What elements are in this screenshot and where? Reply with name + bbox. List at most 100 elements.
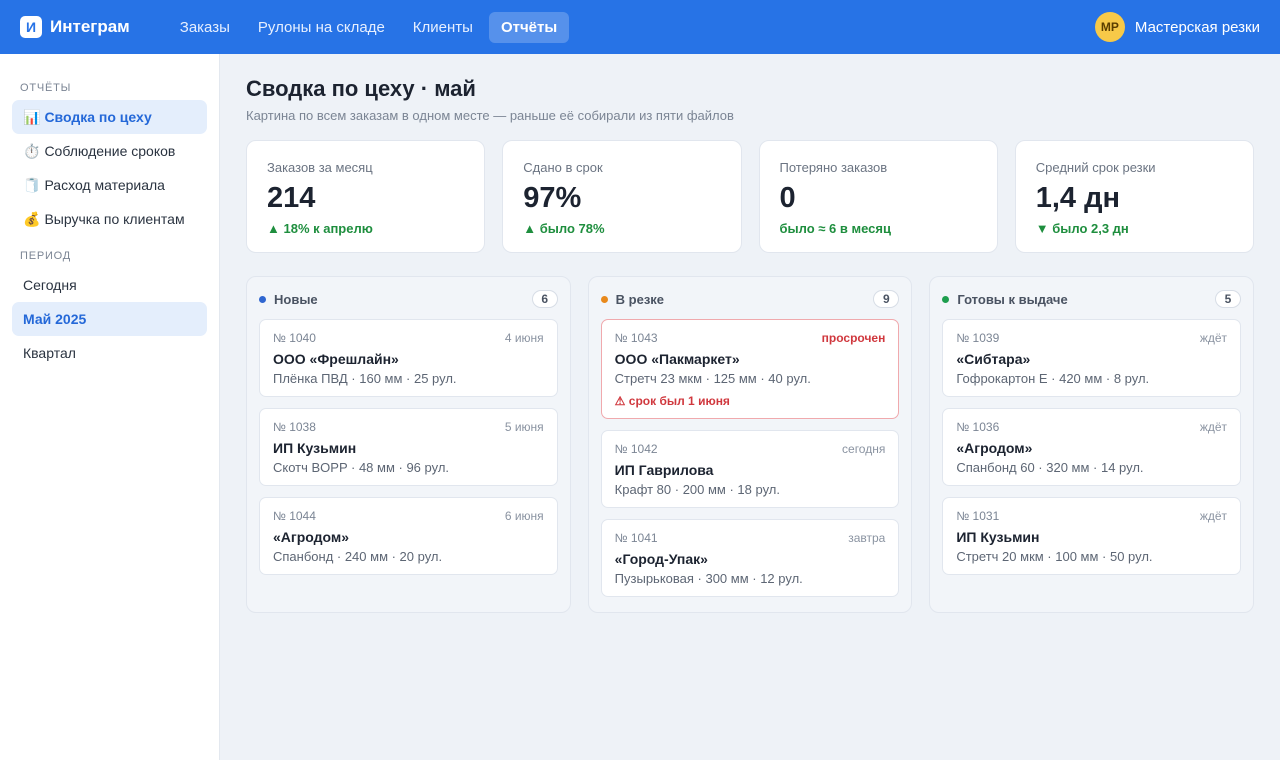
- kpi-delta: ▲ 18% к апрелю: [267, 221, 373, 236]
- order-status: 5 июня: [504, 420, 544, 434]
- sidebar-item-label: Сводка по цеху: [44, 109, 152, 125]
- order-description: Спанбонд · 240 мм · 20 рул.: [273, 549, 443, 564]
- order-card[interactable]: № 1036 ждёт «Агродом» Спанбонд 60 · 320 мм …: [942, 408, 1242, 486]
- order-client: ИП Кузьмин: [956, 529, 1040, 545]
- sidebar-item-period-1[interactable]: Май 2025: [12, 302, 207, 336]
- order-status: завтра: [848, 531, 886, 545]
- order-client: «Сибтара»: [956, 351, 1031, 367]
- order-card-top: № 1042 сегодня: [615, 442, 886, 456]
- sidebar-item-label: Выручка по клиентам: [44, 211, 185, 227]
- order-number: № 1038: [273, 420, 316, 434]
- periods-list: Сегодня Май 2025 Квартал: [12, 268, 207, 370]
- column-count-badge: 9: [873, 290, 900, 308]
- column-header: Готовы к выдаче 5: [942, 289, 1242, 309]
- kpi-label: Заказов за месяц: [267, 160, 373, 175]
- kpi-delta: было ≈ 6 в месяц: [779, 221, 891, 236]
- sidebar-item-report-3[interactable]: 💰 Выручка по клиентам: [12, 202, 207, 236]
- order-description: Пузырьковая · 300 мм · 12 рул.: [614, 571, 803, 586]
- status-dot-icon: [942, 295, 950, 303]
- kpi-value: 214: [267, 182, 316, 214]
- column-title: Готовы к выдаче: [957, 291, 1068, 307]
- nav-item-1[interactable]: Рулоны на складе: [246, 12, 397, 43]
- kpi-label: Потеряно заказов: [779, 160, 888, 175]
- page-subtitle: Картина по всем заказам в одном месте — …: [246, 108, 734, 123]
- kpi-value: 0: [779, 182, 796, 214]
- order-status: 4 июня: [504, 331, 544, 345]
- sidebar-item-period-0[interactable]: Сегодня: [12, 268, 207, 302]
- reports-section-title: ОТЧЁТЫ: [20, 82, 72, 94]
- order-description: Стретч 20 мкм · 100 мм · 50 рул.: [956, 549, 1153, 564]
- avatar[interactable]: МР: [1094, 12, 1125, 42]
- order-card[interactable]: № 1040 4 июня ООО «Фрешлайн» Плёнка ПВД · 1…: [259, 319, 558, 397]
- main-nav: Заказы Рулоны на складе Клиенты Отчёты: [168, 11, 570, 43]
- order-number: № 1042: [614, 442, 658, 456]
- kpi-label: Сдано в срок: [523, 160, 603, 175]
- brand-name[interactable]: Интеграм: [50, 17, 130, 37]
- order-description: Спанбонд 60 · 320 мм · 14 рул.: [956, 460, 1144, 475]
- order-status: сегодня: [842, 442, 886, 456]
- order-description: Скотч BOPP · 48 мм · 96 рул.: [273, 460, 450, 475]
- order-number: № 1044: [273, 509, 316, 523]
- order-client: ИП Гаврилова: [614, 462, 714, 478]
- nav-item-2[interactable]: Клиенты: [401, 12, 485, 43]
- column-title: Новые: [274, 291, 318, 307]
- sidebar-item-report-2[interactable]: 🧻 Расход материала: [12, 168, 207, 202]
- order-card[interactable]: № 1042 сегодня ИП Гаврилова Крафт 80 · 200 …: [600, 430, 900, 508]
- order-card[interactable]: № 1044 6 июня «Агродом» Спанбонд · 240 мм ·…: [259, 497, 558, 575]
- order-card[interactable]: № 1038 5 июня ИП Кузьмин Скотч BOPP · 48 мм…: [259, 408, 558, 486]
- page-title: Сводка по цеху · май: [246, 76, 476, 101]
- order-card-top: № 1031 ждёт: [956, 509, 1227, 523]
- sidebar-item-label: Расход материала: [44, 177, 165, 193]
- sidebar-item-period-2[interactable]: Квартал: [12, 336, 207, 370]
- order-number: № 1036: [956, 420, 1000, 434]
- nav-item-3[interactable]: Отчёты: [488, 11, 570, 43]
- order-client: «Агродом»: [956, 440, 1033, 456]
- order-status: 6 июня: [504, 509, 544, 523]
- order-card[interactable]: № 1043 просрочен ООО «Пакмаркет» Стретч 23 …: [600, 319, 900, 419]
- sidebar: ОТЧЁТЫ 📊 Сводка по цеху ⏱️ Соблюдение сроко…: [0, 54, 220, 760]
- sidebar-item-report-1[interactable]: ⏱️ Соблюдение сроков: [12, 134, 207, 168]
- order-number: № 1043: [614, 331, 658, 345]
- kpi-card: Потеряно заказов 0 было ≈ 6 в месяц: [758, 140, 998, 253]
- order-card[interactable]: № 1039 ждёт «Сибтара» Гофрокартон E · 420 м…: [942, 319, 1242, 397]
- sidebar-item-report-0[interactable]: 📊 Сводка по цеху: [12, 100, 207, 134]
- order-card-top: № 1036 ждёт: [956, 420, 1227, 434]
- order-card[interactable]: № 1031 ждёт ИП Кузьмин Стретч 20 мкм · 100 …: [942, 497, 1242, 575]
- order-number: № 1039: [956, 331, 1000, 345]
- user-menu[interactable]: МР Мастерская резки: [1094, 12, 1260, 42]
- money-bag-icon: 💰: [23, 210, 41, 227]
- order-card-top: № 1044 6 июня: [273, 509, 544, 523]
- status-dot-icon: [600, 295, 608, 303]
- order-number: № 1041: [614, 531, 658, 545]
- order-status: просрочен: [821, 331, 886, 345]
- order-card[interactable]: № 1041 завтра «Город-Упак» Пузырьковая · 30…: [600, 519, 900, 597]
- roll-icon: 🧻: [23, 176, 41, 193]
- user-name[interactable]: Мастерская резки: [1135, 19, 1260, 36]
- period-section-title: ПЕРИОД: [20, 250, 72, 262]
- status-dot-icon: [259, 295, 266, 303]
- order-number: № 1040: [273, 331, 316, 345]
- order-description: Стретч 23 мкм · 125 мм · 40 рул.: [614, 371, 811, 386]
- kpi-value: 97%: [523, 182, 582, 214]
- order-client: «Город-Упак»: [614, 551, 708, 567]
- overdue-warning: ⚠ срок был 1 июня: [614, 394, 730, 408]
- sidebar-item-label: Соблюдение сроков: [44, 143, 176, 159]
- column-count-badge: 5: [1215, 290, 1242, 308]
- order-board: Новые 6 № 1040 4 июня ООО «Фрешлайн» Плёнка П…: [246, 276, 1255, 613]
- order-card-top: № 1043 просрочен: [615, 331, 886, 345]
- order-status: ждёт: [1199, 420, 1228, 434]
- logo-icon[interactable]: И: [20, 16, 42, 38]
- kpi-card: Средний срок резки 1,4 дн ▼ было 2,3 дн: [1014, 140, 1254, 253]
- column-count-badge: 6: [531, 290, 558, 308]
- stopwatch-icon: ⏱️: [23, 142, 41, 159]
- kpi-row: Заказов за месяц 214 ▲ 18% к апрелю Сдано в…: [246, 140, 1254, 253]
- board-column: Новые 6 № 1040 4 июня ООО «Фрешлайн» Плёнка П…: [246, 276, 571, 613]
- kpi-label: Средний срок резки: [1035, 160, 1156, 175]
- order-status: ждёт: [1199, 509, 1228, 523]
- nav-item-0[interactable]: Заказы: [168, 12, 242, 43]
- order-description: Гофрокартон E · 420 мм · 8 рул.: [956, 371, 1150, 386]
- bar-chart-icon: 📊: [23, 108, 41, 125]
- column-header: В резке 9: [600, 289, 900, 309]
- order-card-top: № 1039 ждёт: [956, 331, 1227, 345]
- order-card-top: № 1040 4 июня: [273, 331, 544, 345]
